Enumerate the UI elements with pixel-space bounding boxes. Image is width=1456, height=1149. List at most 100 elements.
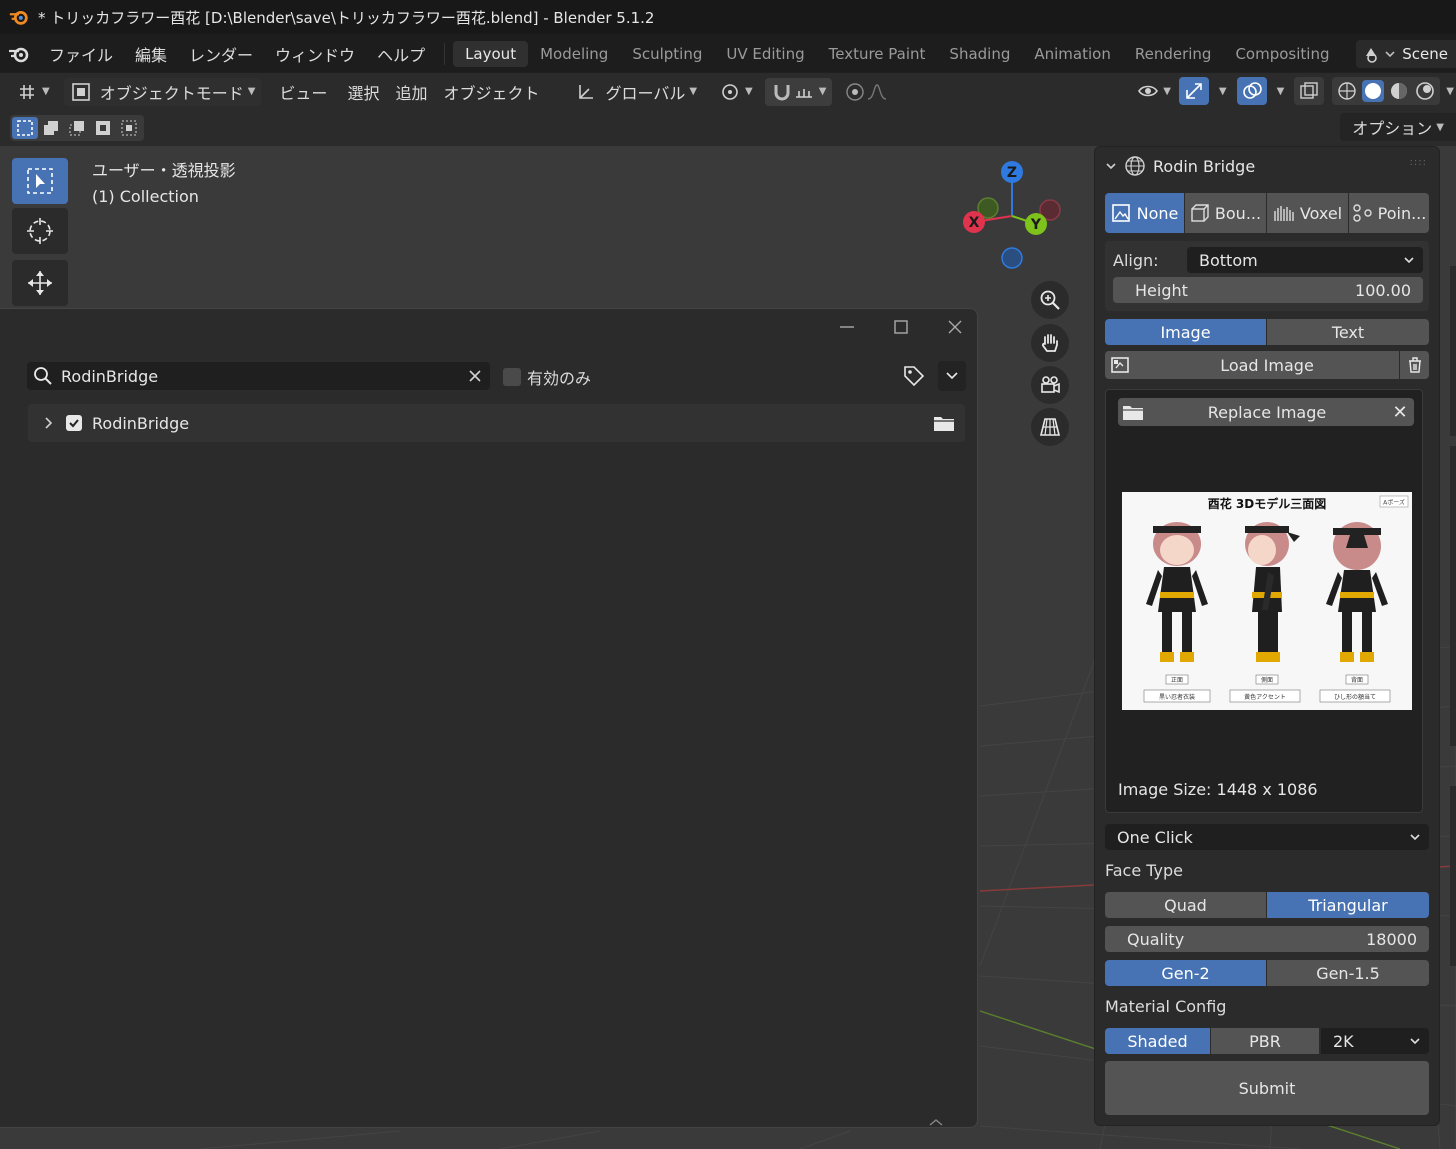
navigation-gizmo[interactable]: Z X Y [950,158,1070,278]
blender-menu-icon[interactable] [6,43,32,65]
minimize-icon[interactable] [839,319,855,335]
menu-window[interactable]: ウィンドウ [264,42,366,66]
tab-animation[interactable]: Animation [1022,41,1122,67]
solid-shading-icon[interactable] [1362,80,1385,102]
menu-edit[interactable]: 編集 [124,42,178,66]
generation-mode-dropdown[interactable]: One Click [1105,824,1429,850]
material-shaded-button[interactable]: Shaded [1105,1028,1211,1054]
face-type-quad-button[interactable]: Quad [1105,892,1267,918]
select-subtract-button[interactable] [64,117,90,139]
addon-search-input[interactable]: RodinBridge [27,362,490,390]
height-field[interactable]: Height 100.00 [1113,277,1423,303]
gen-1-5-button[interactable]: Gen-1.5 [1267,960,1429,986]
clear-search-icon[interactable] [468,369,482,383]
scene-selector[interactable]: Scene [1356,40,1456,68]
tool-cursor[interactable] [12,208,68,254]
tab-shading[interactable]: Shading [937,41,1022,67]
camera-view-button[interactable] [1031,366,1069,404]
material-config-label: Material Config [1105,997,1227,1016]
sidebar-tabs-edge[interactable] [1448,146,1456,1149]
bbox-none-button[interactable]: None [1105,193,1185,233]
drag-handle-icon[interactable]: :::: [1410,157,1427,168]
load-image-button[interactable]: Load Image [1135,356,1399,375]
snap-toggle[interactable]: ▼ [764,77,833,106]
scene-icon [1366,48,1395,63]
menu-view[interactable]: ビュー [273,78,333,106]
tab-compositing[interactable]: Compositing [1223,41,1341,67]
overlay-toggle[interactable] [1236,77,1267,105]
rendered-shading-icon[interactable] [1414,80,1436,102]
image-size-label: Image Size: 1448 x 1086 [1118,780,1318,799]
menu-help[interactable]: ヘルプ [366,42,436,66]
submit-button[interactable]: Submit [1105,1061,1429,1115]
select-invert-button[interactable] [90,117,116,139]
enabled-only-toggle[interactable]: 有効のみ [503,365,591,389]
tab-rendering[interactable]: Rendering [1123,41,1224,67]
height-label: Height [1135,280,1188,300]
remove-image-icon[interactable]: ✕ [1386,402,1414,423]
preview-title: 酉花 3Dモデル三面図 [1208,496,1327,511]
xray-toggle[interactable] [1294,77,1325,105]
menu-object[interactable]: オブジェクト [437,78,545,106]
tab-modeling[interactable]: Modeling [528,41,620,67]
filter-dropdown[interactable] [938,361,966,391]
menu-file[interactable]: ファイル [38,42,124,66]
bbox-bounding-button[interactable]: Bou... [1185,193,1267,233]
quality-field[interactable]: Quality 18000 [1105,926,1429,952]
tab-uv-editing[interactable]: UV Editing [714,41,816,67]
tab-texture-paint[interactable]: Texture Paint [817,41,938,67]
wireframe-shading-icon[interactable] [1336,80,1358,102]
folder-icon-wrap [1118,403,1148,421]
chevron-up-icon[interactable] [926,1117,946,1127]
select-extend-button[interactable] [38,117,64,139]
select-intersect-button[interactable] [116,117,142,139]
material-pbr-button[interactable]: PBR [1211,1028,1319,1054]
chevron-right-icon[interactable] [40,416,58,430]
tool-move[interactable] [12,260,68,306]
folder-icon[interactable] [933,414,955,432]
height-value: 100.00 [1355,280,1411,300]
chevron-down-icon[interactable]: ▼ [1277,86,1285,97]
tab-sculpting[interactable]: Sculpting [620,41,714,67]
hand-icon [1042,334,1058,352]
bbox-points-button[interactable]: Poin... [1349,193,1429,233]
visibility-selector[interactable]: ▼ [1133,77,1175,105]
panel-header[interactable]: Rodin Bridge [1105,155,1255,177]
perspective-toggle-button[interactable] [1031,408,1069,446]
gizmo-toggle[interactable] [1178,77,1209,105]
chevron-down-icon[interactable]: ▼ [1446,86,1454,97]
editor-type-button[interactable]: ▼ [10,78,56,106]
menu-select[interactable]: 選択 [341,78,385,106]
close-icon[interactable] [947,319,963,335]
menu-render[interactable]: レンダー [178,42,264,66]
enabled-only-checkbox[interactable] [503,368,521,386]
tab-layout[interactable]: Layout [453,41,529,67]
addon-list-item[interactable]: RodinBridge [28,404,965,442]
pivot-selector[interactable]: ▼ [713,78,759,106]
bbox-voxel-button[interactable]: Voxel [1267,193,1349,233]
zoom-button[interactable] [1031,281,1069,319]
pan-button[interactable] [1031,324,1069,362]
gen-2-button[interactable]: Gen-2 [1105,960,1267,986]
maximize-icon[interactable] [893,319,909,335]
mode-selector[interactable]: オブジェクトモード ▼ [63,77,262,106]
input-text-tab[interactable]: Text [1267,319,1429,345]
material-shading-icon[interactable] [1388,80,1410,102]
addon-enabled-checkbox[interactable] [66,415,82,431]
proportional-edit-toggle[interactable] [838,78,894,106]
resolution-dropdown[interactable]: 2K [1321,1028,1429,1054]
tool-select-box[interactable] [12,158,68,204]
orientation-selector[interactable]: グローバル ▼ [569,78,703,106]
align-dropdown[interactable]: Bottom [1187,247,1423,273]
menu-add[interactable]: 追加 [389,78,433,106]
overlay-icon [1242,82,1262,99]
chevron-down-icon [1404,257,1414,264]
input-image-tab[interactable]: Image [1105,319,1267,345]
face-type-triangular-button[interactable]: Triangular [1267,892,1429,918]
select-new-button[interactable] [12,117,38,139]
tag-icon[interactable] [902,364,926,388]
delete-image-button[interactable] [1399,351,1429,379]
chevron-down-icon[interactable]: ▼ [1219,86,1227,97]
options-dropdown[interactable]: オプション ▼ [1340,113,1456,141]
replace-image-button[interactable]: Replace Image [1148,403,1386,422]
